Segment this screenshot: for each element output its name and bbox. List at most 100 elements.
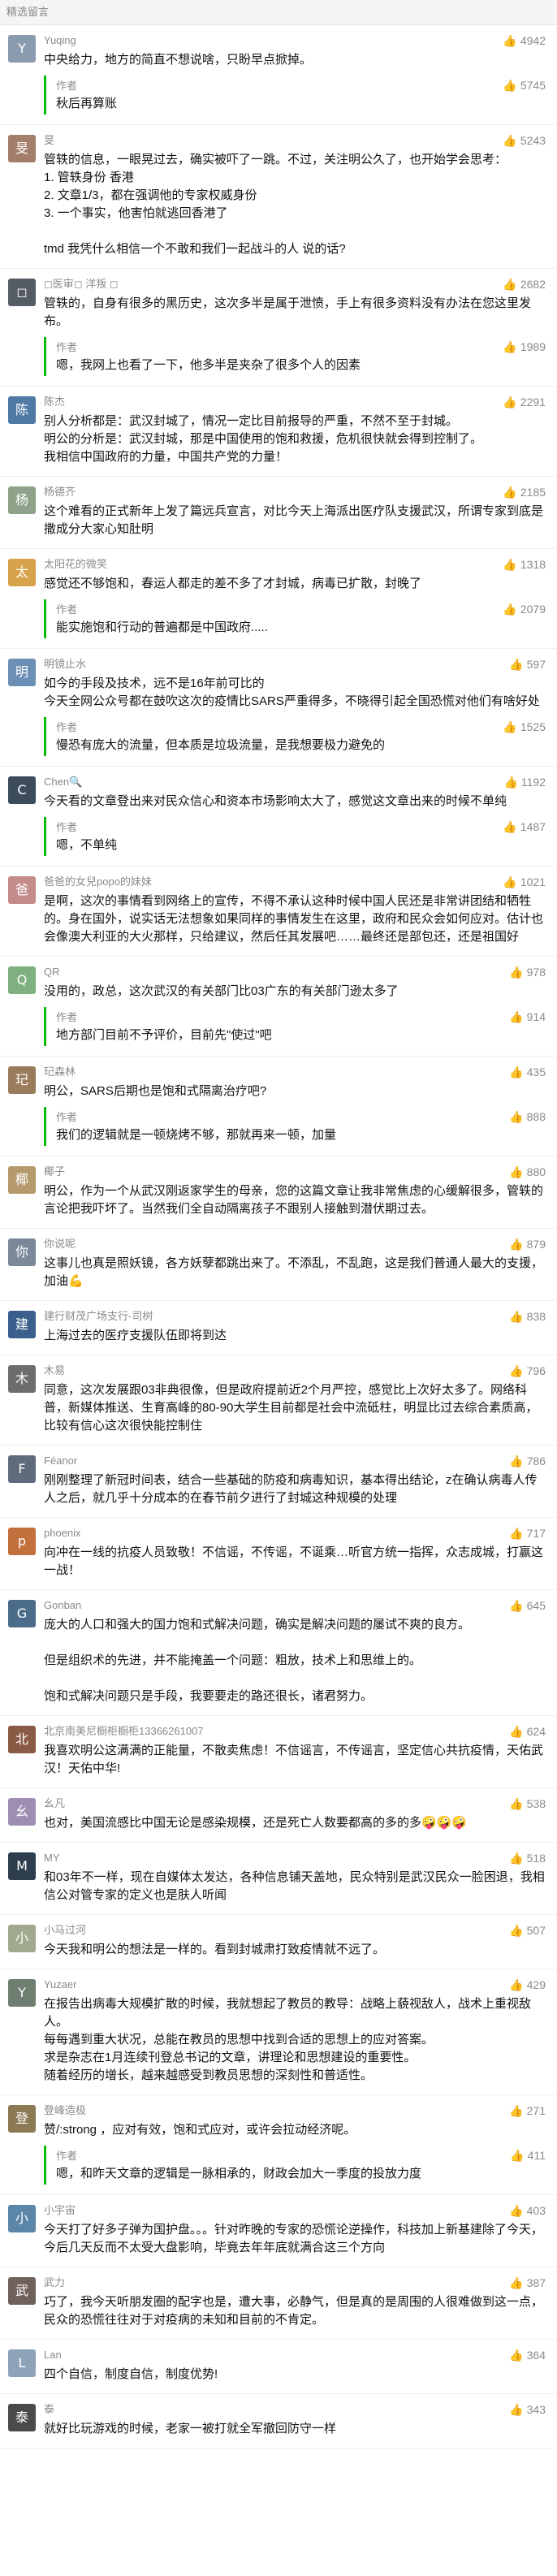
comment-item: p phoenix 👍 717 向冲在一线的抗疫人员致敬！不信谣，不传谣，不诞乘…… xyxy=(0,1518,557,1590)
avatar[interactable]: 明 xyxy=(8,659,36,686)
like-button[interactable]: 👍 796 xyxy=(509,1364,546,1378)
avatar[interactable]: Y xyxy=(8,1979,36,2007)
reply-like-count: 888 xyxy=(526,1110,546,1123)
author-reply: 作者 👍 1989 嗯，我网上也看了一下，他多半是夹杂了很多个人的因素 xyxy=(44,337,546,376)
avatar[interactable]: 北 xyxy=(8,1726,36,1753)
avatar[interactable]: 椰 xyxy=(8,1166,36,1194)
comment-nickname: 泰 xyxy=(44,2403,55,2415)
comment-text: 也对，美国流感比中国无论是感染规模，还是死亡人数要都高的多的多🤪🤪🤪 xyxy=(44,1816,468,1830)
avatar[interactable]: L xyxy=(8,2349,36,2377)
like-button[interactable]: 👍 2682 xyxy=(503,277,546,292)
like-button[interactable]: 👍 1192 xyxy=(503,775,546,789)
reply-like-button[interactable]: 👍 888 xyxy=(509,1110,546,1124)
comment-nickname: 你说呢 xyxy=(44,1238,76,1250)
avatar[interactable]: 小 xyxy=(8,1925,36,1952)
like-button[interactable]: 👍 435 xyxy=(509,1065,546,1079)
like-count: 5243 xyxy=(520,134,546,147)
like-button[interactable]: 👍 518 xyxy=(509,1851,546,1865)
thumbs-up-icon: 👍 xyxy=(509,1454,524,1467)
thumbs-up-icon: 👍 xyxy=(503,278,517,291)
comment-text: 刚刚整理了新冠时间表，结合一些基础的防疫和病毒知识，基本得出结论，z在确认病毒人… xyxy=(44,1473,538,1505)
comment-nickname: 明镜止水 xyxy=(44,658,87,670)
avatar[interactable]: 武 xyxy=(8,2277,36,2305)
like-button[interactable]: 👍 403 xyxy=(509,2203,546,2218)
like-button[interactable]: 👍 1021 xyxy=(503,875,546,889)
like-button[interactable]: 👍 838 xyxy=(509,1309,546,1324)
avatar[interactable]: 建 xyxy=(8,1311,36,1338)
avatar[interactable]: 小 xyxy=(8,2205,36,2232)
like-button[interactable]: 👍 645 xyxy=(509,1598,546,1613)
author-label: 作者 xyxy=(56,821,78,833)
reply-like-button[interactable]: 👍 1525 xyxy=(503,720,546,734)
like-button[interactable]: 👍 4942 xyxy=(503,33,546,48)
avatar[interactable]: 登 xyxy=(8,2105,36,2133)
avatar[interactable]: 你 xyxy=(8,1238,36,1266)
thumbs-up-icon: 👍 xyxy=(509,1238,524,1251)
like-button[interactable]: 👍 880 xyxy=(509,1165,546,1179)
avatar[interactable]: 陈 xyxy=(8,396,36,424)
like-button[interactable]: 👍 429 xyxy=(509,1977,546,1992)
comment-text: 今天打了好多子弹为国护盘。。。针对昨晚的专家的恐慌论逆操作，科技加上新基建除了今… xyxy=(44,2223,544,2254)
like-button[interactable]: 👍 2185 xyxy=(503,485,546,499)
like-button[interactable]: 👍 364 xyxy=(509,2348,546,2362)
avatar[interactable]: Y xyxy=(8,35,36,63)
thumbs-up-icon: 👍 xyxy=(503,875,517,888)
like-count: 538 xyxy=(526,1797,546,1810)
avatar[interactable]: 太 xyxy=(8,559,36,586)
reply-like-button[interactable]: 👍 1989 xyxy=(503,340,546,354)
thumbs-up-icon: 👍 xyxy=(503,820,517,833)
reply-like-button[interactable]: 👍 914 xyxy=(509,1010,546,1024)
like-button[interactable]: 👍 271 xyxy=(509,2103,546,2118)
avatar[interactable]: p xyxy=(8,1528,36,1555)
like-button[interactable]: 👍 5243 xyxy=(503,133,546,148)
comment-nickname: Yuzaer xyxy=(44,1978,77,1990)
like-button[interactable]: 👍 786 xyxy=(509,1454,546,1468)
like-button[interactable]: 👍 387 xyxy=(509,2276,546,2290)
avatar[interactable]: 爸 xyxy=(8,876,36,904)
avatar[interactable]: 泰 xyxy=(8,2404,36,2431)
reply-like-button[interactable]: 👍 2079 xyxy=(503,603,546,616)
like-button[interactable]: 👍 2291 xyxy=(503,395,546,409)
comment-text: 明公，SARS后期也是饱和式隔离治疗吧? xyxy=(44,1084,267,1098)
comment-text: 上海过去的医疗支援队伍即将到达 xyxy=(44,1329,227,1342)
avatar[interactable]: ◻ xyxy=(8,279,36,306)
reply-text: 能实施饱和行动的普遍都是中国政府..... xyxy=(56,620,268,634)
like-button[interactable]: 👍 343 xyxy=(509,2402,546,2417)
avatar[interactable]: 木 xyxy=(8,1365,36,1393)
like-button[interactable]: 👍 624 xyxy=(509,1724,546,1739)
comment-nickname: MY xyxy=(44,1852,60,1864)
reply-like-button[interactable]: 👍 5745 xyxy=(503,79,546,93)
comment-item: 杨 杨德齐 👍 2185 这个难看的正式新年上发了篇远兵宣言，对比今天上海派出医疗… xyxy=(0,477,557,549)
like-button[interactable]: 👍 978 xyxy=(509,965,546,979)
comment-text: 在报告出病毒大规模扩散的时候，我就想起了教员的教导：战略上藐视敌人，战术上重视敌… xyxy=(44,1997,532,2082)
comment-item: 木 木易 👍 796 同意，这次发展跟03非典很像，但是政府提前近2个月严控，感觉… xyxy=(0,1355,557,1446)
like-button[interactable]: 👍 597 xyxy=(509,657,546,672)
comment-item: 小 小马过河 👍 507 今天我和明公的想法是一样的。看到封城肃打致疫情就不远了。 xyxy=(0,1915,557,1969)
avatar[interactable]: M xyxy=(8,1852,36,1880)
avatar[interactable]: 幺 xyxy=(8,1798,36,1826)
reply-text: 嗯，我网上也看了一下，他多半是夹杂了很多个人的因素 xyxy=(56,358,361,372)
thumbs-up-icon: 👍 xyxy=(503,395,517,408)
like-button[interactable]: 👍 507 xyxy=(509,1923,546,1938)
like-button[interactable]: 👍 538 xyxy=(509,1796,546,1811)
comment-nickname: 幺凡 xyxy=(44,1797,66,1809)
avatar[interactable]: C xyxy=(8,776,36,804)
reply-like-count: 1487 xyxy=(520,820,546,833)
avatar[interactable]: 玘 xyxy=(8,1066,36,1094)
avatar[interactable]: G xyxy=(8,1600,36,1627)
comment-nickname: 登峰造极 xyxy=(44,2104,87,2116)
like-button[interactable]: 👍 717 xyxy=(509,1526,546,1541)
comment-text: 感觉还不够饱和，春运人都走的差不多了才封城，病毒已扩散，封晚了 xyxy=(44,577,422,590)
like-count: 879 xyxy=(526,1238,546,1251)
avatar[interactable]: 旻 xyxy=(8,135,36,162)
avatar[interactable]: Q xyxy=(8,966,36,994)
like-button[interactable]: 👍 879 xyxy=(509,1237,546,1251)
like-count: 387 xyxy=(526,2276,546,2289)
reply-like-button[interactable]: 👍 411 xyxy=(510,2149,546,2163)
reply-like-button[interactable]: 👍 1487 xyxy=(503,820,546,834)
comment-item: G Gonban 👍 645 庞大的人口和强大的国力饱和式解决问题，确实是解决问题… xyxy=(0,1590,557,1716)
avatar[interactable]: 杨 xyxy=(8,486,36,514)
avatar[interactable]: F xyxy=(8,1455,36,1483)
like-count: 271 xyxy=(526,2104,546,2117)
like-button[interactable]: 👍 1318 xyxy=(503,557,546,572)
